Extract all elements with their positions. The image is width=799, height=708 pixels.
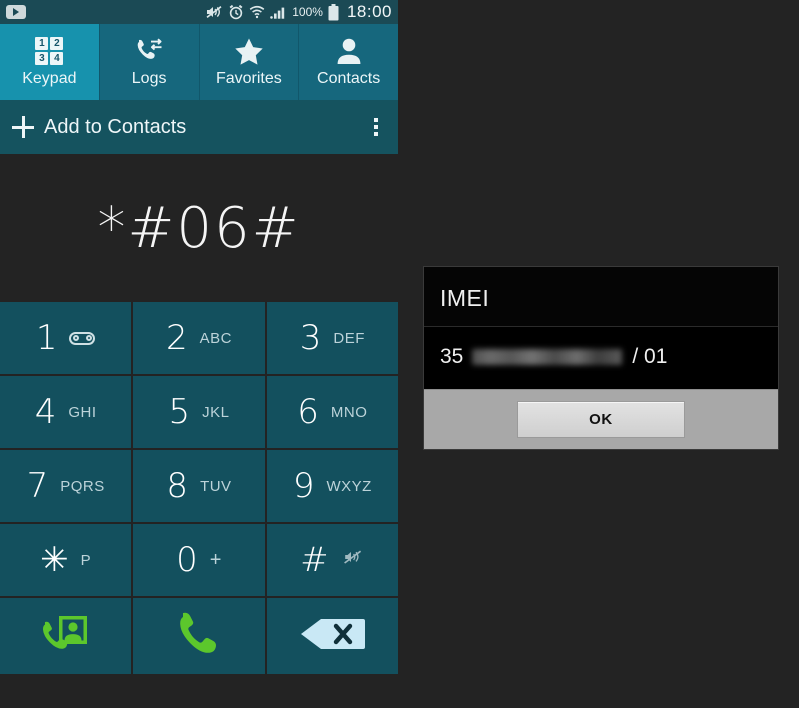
plus-icon <box>12 116 34 138</box>
alarm-clock-icon <box>228 4 244 20</box>
status-bar-left <box>6 5 205 19</box>
key-2-letters: ABC <box>199 329 232 347</box>
keypad-icon-digit-1: 1 <box>35 37 49 50</box>
keypad-icon-digit-3: 3 <box>35 52 49 65</box>
key-7[interactable]: 7 PQRS <box>0 450 132 522</box>
keypad-icon-digit-2: 2 <box>50 37 64 50</box>
key-hash-digit: # <box>300 540 329 580</box>
key-0[interactable]: 0 + <box>133 524 265 596</box>
key-5[interactable]: 5 JKL <box>133 376 265 448</box>
key-3[interactable]: 3 DEF <box>266 302 398 374</box>
voicemail-icon <box>69 331 96 345</box>
overflow-menu-icon[interactable] <box>368 114 384 140</box>
key-2[interactable]: 2 ABC <box>133 302 265 374</box>
dialpad: 1 2 ABC 3 DEF 4 GHI 5 JKL 6 MNO 7 PQRS 8 <box>0 302 398 598</box>
video-call-icon <box>37 610 95 663</box>
key-3-letters: DEF <box>333 329 365 347</box>
key-7-letters: PQRS <box>60 477 105 495</box>
add-to-contacts-label: Add to Contacts <box>44 115 187 138</box>
key-star-letters: P <box>80 551 92 569</box>
key-5-letters: JKL <box>202 403 230 421</box>
key-6-digit: 6 <box>297 392 319 432</box>
backspace-button[interactable] <box>266 598 398 674</box>
battery-percent: 100% <box>292 5 323 19</box>
key-4-digit: 4 <box>34 392 57 432</box>
key-2-digit: 2 <box>166 318 188 358</box>
mute-icon <box>341 548 365 573</box>
key-6-letters: MNO <box>330 403 368 421</box>
key-5-digit: 5 <box>168 392 191 432</box>
tab-logs[interactable]: Logs <box>100 24 200 100</box>
tab-keypad[interactable]: 1 2 3 4 Keypad <box>0 24 100 100</box>
call-button[interactable] <box>133 598 265 674</box>
key-8-digit: 8 <box>166 466 189 506</box>
imei-dialog-title: IMEI <box>424 267 778 327</box>
key-0-letters: + <box>209 548 222 571</box>
dialed-number-display[interactable]: *#06# <box>0 154 398 302</box>
key-8-letters: TUV <box>200 477 232 495</box>
tab-contacts-label: Contacts <box>317 70 381 87</box>
tab-keypad-label: Keypad <box>22 70 77 87</box>
youtube-icon <box>6 5 26 19</box>
wifi-icon <box>249 5 265 19</box>
key-7-digit: 7 <box>26 466 49 506</box>
call-logs-icon <box>134 36 164 66</box>
tab-bar: 1 2 3 4 Keypad Logs Favorites Contacts <box>0 24 398 100</box>
key-8[interactable]: 8 TUV <box>133 450 265 522</box>
imei-dialog-footer: OK <box>424 389 778 449</box>
person-icon <box>336 36 362 66</box>
key-4[interactable]: 4 GHI <box>0 376 132 448</box>
key-4-letters: GHI <box>68 403 97 421</box>
dialed-number: *#06# <box>97 195 301 261</box>
status-bar: 100% 18:00 <box>0 0 398 24</box>
phone-screen: 100% 18:00 1 2 3 4 Keypad Logs Favorites… <box>0 0 398 708</box>
key-hash[interactable]: # <box>266 524 398 596</box>
imei-dialog-body: 35 / 01 <box>424 327 778 389</box>
dialpad-action-row <box>0 598 398 674</box>
key-star[interactable]: ✳ P <box>0 524 132 596</box>
key-9-digit: 9 <box>292 466 315 506</box>
key-6[interactable]: 6 MNO <box>266 376 398 448</box>
signal-bars-icon <box>270 5 287 19</box>
key-3-digit: 3 <box>299 318 322 358</box>
battery-full-icon <box>328 3 339 21</box>
keypad-icon-digit-4: 4 <box>50 52 64 65</box>
sound-mute-icon <box>205 4 223 20</box>
phone-call-icon <box>172 608 226 665</box>
key-1[interactable]: 1 <box>0 302 132 374</box>
tab-favorites[interactable]: Favorites <box>200 24 300 100</box>
star-icon <box>234 36 264 66</box>
video-call-button[interactable] <box>0 598 132 674</box>
ok-button[interactable]: OK <box>517 401 685 438</box>
tab-favorites-label: Favorites <box>215 70 282 87</box>
imei-suffix: / 01 <box>632 345 668 368</box>
key-9-letters: WXYZ <box>326 477 372 495</box>
key-0-digit: 0 <box>176 540 198 580</box>
imei-dialog: IMEI 35 / 01 OK <box>423 266 779 450</box>
status-bar-clock: 18:00 <box>346 2 392 21</box>
keypad-grid-icon: 1 2 3 4 <box>35 36 64 66</box>
add-to-contacts-bar[interactable]: Add to Contacts <box>0 100 398 154</box>
tab-contacts[interactable]: Contacts <box>299 24 398 100</box>
tab-logs-label: Logs <box>131 70 167 87</box>
key-star-digit: ✳ <box>40 540 69 580</box>
status-bar-right: 100% 18:00 <box>205 2 392 22</box>
key-9[interactable]: 9 WXYZ <box>266 450 398 522</box>
imei-prefix: 35 <box>440 345 464 368</box>
key-1-digit: 1 <box>35 318 58 358</box>
imei-redacted-digits <box>472 349 623 365</box>
backspace-icon <box>297 615 367 658</box>
